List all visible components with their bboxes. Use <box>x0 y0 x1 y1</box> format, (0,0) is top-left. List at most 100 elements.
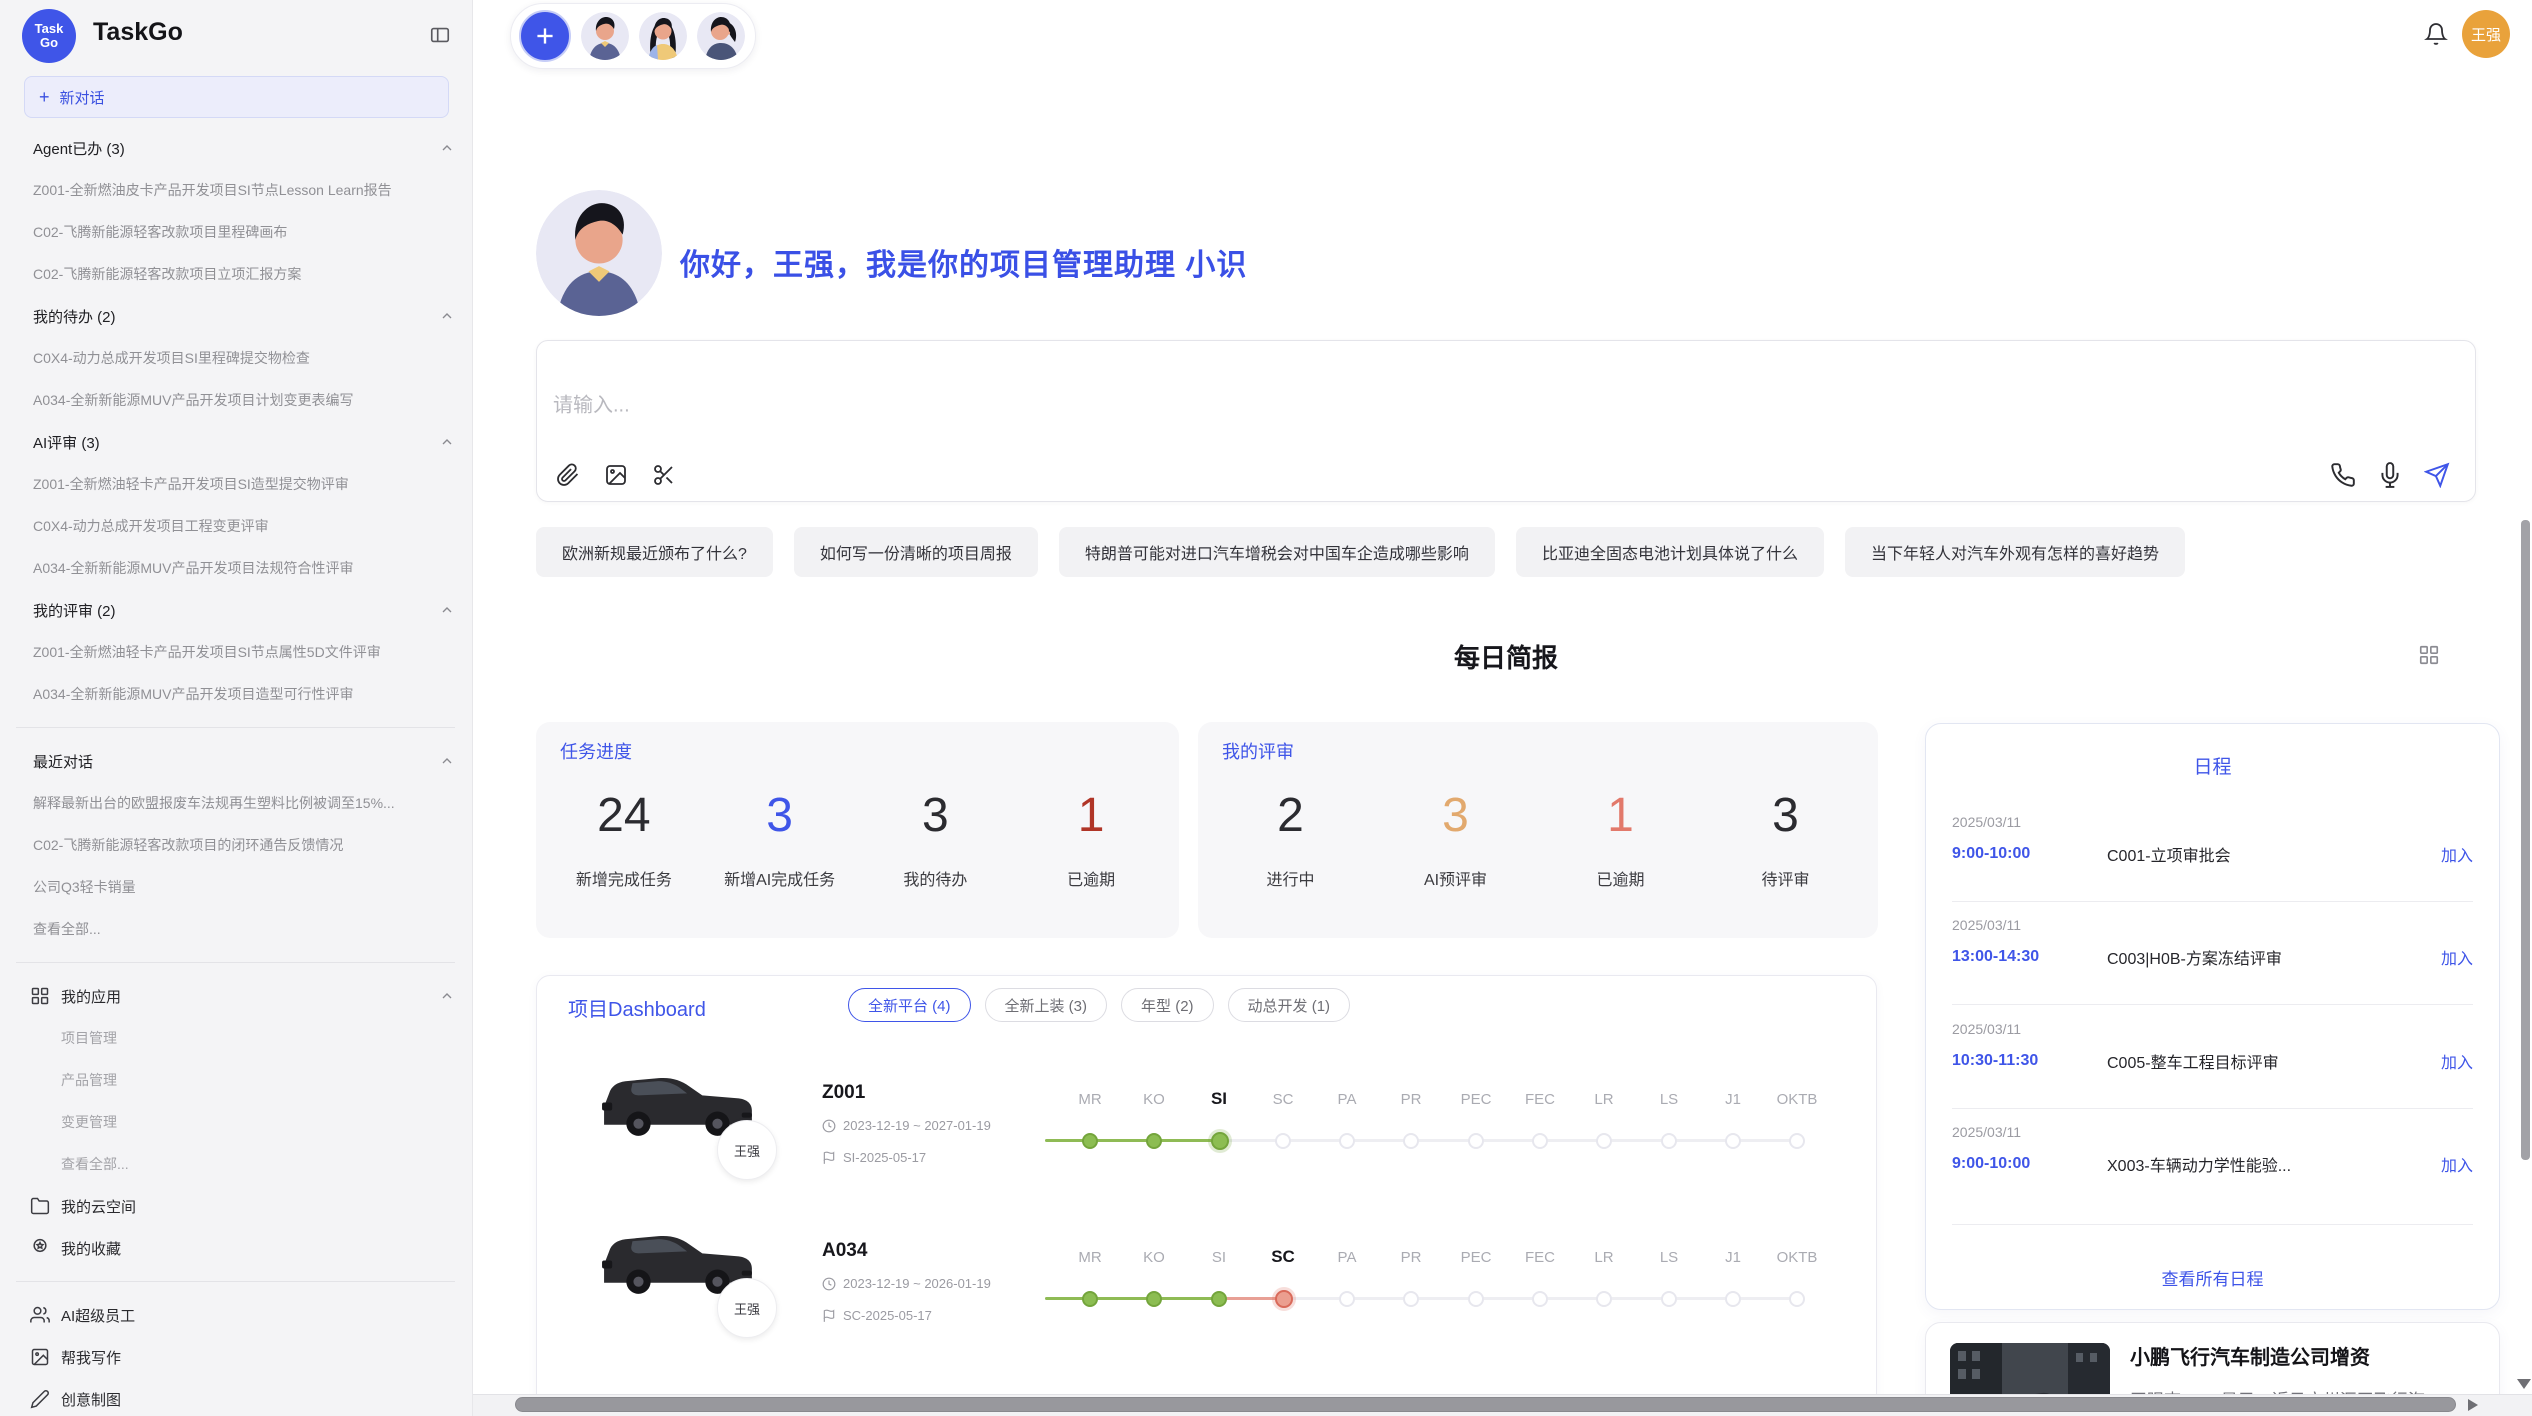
flag-icon <box>822 1151 836 1165</box>
schedule-time: 9:00-10:00 <box>1952 845 2107 863</box>
assistant-greeting: 你好，王强，我是你的项目管理助理 小识 <box>680 240 1247 284</box>
project-name[interactable]: Z001 <box>822 1082 865 1104</box>
suggestion-chip[interactable]: 比亚迪全固态电池计划具体说了什么 <box>1516 527 1824 577</box>
app-item-change-mgmt[interactable]: 变更管理 <box>0 1101 471 1143</box>
recent-chat-item[interactable]: 公司Q3轻卡销量 <box>0 866 471 908</box>
schedule-card: 日程 2025/03/11 9:00-10:00 C001-立项审批会 加入 2… <box>1925 723 2500 1310</box>
view-all-schedule-link[interactable]: 查看所有日程 <box>1926 1265 2499 1290</box>
voice-call-icon[interactable] <box>2330 462 2356 488</box>
tab-powertrain[interactable]: 动总开发 (1) <box>1228 988 1351 1022</box>
scroll-down-arrow[interactable] <box>2517 1379 2531 1389</box>
notification-bell-icon[interactable] <box>2424 22 2448 46</box>
task-item[interactable]: C02-飞腾新能源轻客改款项目里程碑画布 <box>0 211 471 253</box>
stat-pending-review: 3 待评审 <box>1703 788 1868 890</box>
chevron-up-icon[interactable] <box>439 140 455 156</box>
vertical-scrollbar-thumb[interactable] <box>2521 520 2530 1160</box>
task-item[interactable]: Z001-全新燃油轻卡产品开发项目SI造型提交物评审 <box>0 463 471 505</box>
task-item[interactable]: A034-全新新能源MUV产品开发项目计划变更表编写 <box>0 379 471 421</box>
project-dates: 2023-12-19 ~ 2027-01-19 <box>822 1118 991 1133</box>
sidebar-item-creative-drawing[interactable]: 创意制图 <box>0 1378 471 1416</box>
screenshot-scissors-icon[interactable] <box>652 463 676 487</box>
project-owner-badge: 王强 <box>717 1120 777 1180</box>
clock-icon <box>822 1277 836 1291</box>
user-avatar[interactable]: 王强 <box>2462 10 2510 58</box>
view-all-apps[interactable]: 查看全部... <box>0 1143 471 1185</box>
tab-new-body[interactable]: 全新上装 (3) <box>985 988 1108 1022</box>
sidebar-collapse-icon[interactable] <box>429 24 451 46</box>
microphone-icon[interactable] <box>2377 462 2403 488</box>
attach-icon[interactable] <box>556 463 580 487</box>
milestone-dot <box>1661 1133 1677 1149</box>
section-recent-chats[interactable]: 最近对话 <box>0 740 471 782</box>
chevron-up-icon[interactable] <box>439 434 455 450</box>
member-avatar[interactable] <box>581 12 629 60</box>
task-item[interactable]: C0X4-动力总成开发项目SI里程碑提交物检查 <box>0 337 471 379</box>
task-item[interactable]: C02-飞腾新能源轻客改款项目立项汇报方案 <box>0 253 471 295</box>
join-button[interactable]: 加入 <box>2441 945 2473 969</box>
milestone-dot <box>1532 1291 1548 1307</box>
recent-chat-item[interactable]: 解释最新出台的欧盟报废车法规再生塑料比例被调至15%... <box>0 782 471 824</box>
milestone-progress <box>1045 1139 1226 1142</box>
milestone-label: OKTB <box>1757 1091 1837 1108</box>
milestone-dot <box>1725 1291 1741 1307</box>
sidebar-item-help-me-write[interactable]: 帮我写作 <box>0 1336 471 1378</box>
schedule-time: 13:00-14:30 <box>1952 948 2107 966</box>
sidebar-item-ai-super-staff[interactable]: AI超级员工 <box>0 1294 471 1336</box>
task-item[interactable]: Z001-全新燃油皮卡产品开发项目SI节点Lesson Learn报告 <box>0 169 471 211</box>
sidebar-item-cloud-space[interactable]: 我的云空间 <box>0 1185 471 1227</box>
member-avatar[interactable] <box>697 12 745 60</box>
image-upload-icon[interactable] <box>604 463 628 487</box>
milestone-dot <box>1596 1291 1612 1307</box>
chevron-up-icon[interactable] <box>439 602 455 618</box>
scroll-right-arrow[interactable] <box>2468 1399 2478 1411</box>
section-agent-done[interactable]: Agent已办 (3) <box>0 127 471 169</box>
suggestion-chip[interactable]: 当下年轻人对汽车外观有怎样的喜好趋势 <box>1845 527 2185 577</box>
suggestion-chip[interactable]: 特朗普可能对进口汽车增税会对中国车企造成哪些影响 <box>1059 527 1495 577</box>
suggestion-chip[interactable]: 如何写一份清晰的项目周报 <box>794 527 1038 577</box>
chevron-up-icon[interactable] <box>439 988 455 1004</box>
member-avatar[interactable] <box>639 12 687 60</box>
schedule-time: 10:30-11:30 <box>1952 1052 2107 1070</box>
task-item[interactable]: A034-全新新能源MUV产品开发项目法规符合性评审 <box>0 547 471 589</box>
briefing-layout-icon[interactable] <box>2418 644 2440 666</box>
schedule-date: 2025/03/11 <box>1952 1021 2473 1037</box>
join-button[interactable]: 加入 <box>2441 1049 2473 1073</box>
task-item[interactable]: C0X4-动力总成开发项目工程变更评审 <box>0 505 471 547</box>
sidebar-item-my-apps[interactable]: 我的应用 <box>0 975 471 1017</box>
app-item-product-mgmt[interactable]: 产品管理 <box>0 1059 471 1101</box>
section-my-todo[interactable]: 我的待办 (2) <box>0 295 471 337</box>
milestone-dot <box>1661 1291 1677 1307</box>
milestone-dot <box>1468 1133 1484 1149</box>
send-icon[interactable] <box>2424 462 2450 488</box>
dashboard-tabs: 全新平台 (4) 全新上装 (3) 年型 (2) 动总开发 (1) <box>848 988 1350 1022</box>
join-button[interactable]: 加入 <box>2441 1152 2473 1176</box>
milestone-dot <box>1468 1291 1484 1307</box>
view-all-chats[interactable]: 查看全部... <box>0 908 471 950</box>
section-ai-review[interactable]: AI评审 (3) <box>0 421 471 463</box>
task-item[interactable]: A034-全新新能源MUV产品开发项目造型可行性评审 <box>0 673 471 715</box>
sidebar-item-favorites[interactable]: 我的收藏 <box>0 1227 471 1269</box>
section-my-review[interactable]: 我的评审 (2) <box>0 589 471 631</box>
logo-line1: Task <box>35 22 64 36</box>
recent-chat-item[interactable]: C02-飞腾新能源轻客改款项目的闭环通告反馈情况 <box>0 824 471 866</box>
stat-my-todo: 3 我的待办 <box>858 788 1014 890</box>
task-item[interactable]: Z001-全新燃油轻卡产品开发项目SI节点属性5D文件评审 <box>0 631 471 673</box>
add-member-button[interactable] <box>519 10 571 62</box>
join-button[interactable]: 加入 <box>2441 842 2473 866</box>
chat-input-card[interactable]: 请输入... <box>536 340 2476 502</box>
suggestion-chip[interactable]: 欧洲新规最近颁布了什么? <box>536 527 773 577</box>
new-chat-button[interactable]: + 新对话 <box>24 76 449 118</box>
sidebar-list: Agent已办 (3) Z001-全新燃油皮卡产品开发项目SI节点Lesson … <box>0 127 471 1416</box>
horizontal-scrollbar-thumb[interactable] <box>515 1397 2456 1412</box>
tab-model-year[interactable]: 年型 (2) <box>1121 988 1214 1022</box>
app-item-project-mgmt[interactable]: 项目管理 <box>0 1017 471 1059</box>
chevron-up-icon[interactable] <box>439 753 455 769</box>
suggestion-chips: 欧洲新规最近颁布了什么? 如何写一份清晰的项目周报 特朗普可能对进口汽车增税会对… <box>536 527 2481 577</box>
milestone-dot-current <box>1211 1132 1229 1150</box>
card-title: 任务进度 <box>560 738 632 764</box>
milestone-dot <box>1725 1133 1741 1149</box>
tab-new-platform[interactable]: 全新平台 (4) <box>848 988 971 1022</box>
chevron-up-icon[interactable] <box>439 308 455 324</box>
project-name[interactable]: A034 <box>822 1240 867 1262</box>
milestone-dot-done <box>1146 1291 1162 1307</box>
